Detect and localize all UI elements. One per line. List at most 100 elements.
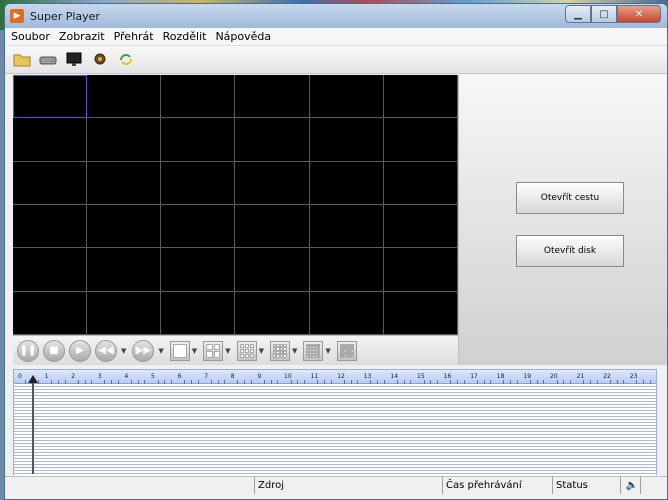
pause-icon: ❚❚ bbox=[19, 345, 37, 356]
rewind-button[interactable]: ◀◀ bbox=[95, 339, 117, 362]
timeline-hour-label: 11 bbox=[310, 373, 319, 380]
video-cell[interactable] bbox=[161, 248, 236, 292]
video-cell[interactable] bbox=[87, 118, 162, 162]
layout-16-button[interactable] bbox=[269, 340, 290, 361]
video-cell[interactable] bbox=[161, 291, 236, 335]
play-icon: ▶ bbox=[76, 345, 84, 356]
layout-36-button[interactable] bbox=[336, 340, 357, 361]
menu-bar: Soubor Zobrazit Přehrát Rozdělit Nápověd… bbox=[5, 28, 667, 46]
video-cell[interactable] bbox=[87, 161, 162, 205]
minimize-button[interactable]: ▁ bbox=[565, 5, 591, 23]
video-cell[interactable] bbox=[383, 161, 458, 205]
fast-forward-icon: ▶▶ bbox=[135, 345, 152, 356]
video-cell[interactable] bbox=[235, 248, 310, 292]
video-cell[interactable] bbox=[87, 291, 162, 335]
layout-25-dropdown-icon[interactable]: ▼ bbox=[325, 347, 330, 355]
timeline-cursor-handle-icon[interactable] bbox=[28, 375, 38, 383]
layout-4-button[interactable] bbox=[203, 340, 224, 361]
rewind-dropdown-icon[interactable]: ▼ bbox=[121, 347, 126, 355]
timeline-hour-label: 4 bbox=[124, 373, 129, 380]
speaker-icon[interactable]: 🔈 bbox=[621, 477, 641, 494]
pause-button[interactable]: ❚❚ bbox=[17, 339, 39, 362]
status-bar: Zdroj Čas přehrávání Status 🔈 bbox=[5, 476, 667, 494]
video-cell[interactable] bbox=[13, 291, 88, 335]
video-cell[interactable] bbox=[235, 118, 310, 162]
layout-4-dropdown-icon[interactable]: ▼ bbox=[225, 347, 230, 355]
video-cell[interactable] bbox=[235, 161, 310, 205]
video-cell[interactable] bbox=[13, 248, 88, 292]
timeline-rows bbox=[14, 384, 656, 476]
video-cell[interactable] bbox=[309, 204, 384, 249]
video-cell[interactable] bbox=[383, 75, 458, 119]
layout-9-dropdown-icon[interactable]: ▼ bbox=[259, 347, 264, 355]
timeline-cursor[interactable] bbox=[32, 378, 34, 474]
video-cell[interactable] bbox=[13, 161, 88, 205]
status-playtime: Čas přehrávání bbox=[443, 477, 553, 494]
layout-16-dropdown-icon[interactable]: ▼ bbox=[292, 347, 297, 355]
video-cell[interactable] bbox=[235, 291, 310, 335]
close-button[interactable]: ✕ bbox=[617, 5, 661, 23]
video-grid-area[interactable] bbox=[13, 75, 458, 335]
video-cell[interactable] bbox=[309, 291, 384, 335]
video-cell[interactable] bbox=[87, 248, 162, 292]
video-cell[interactable] bbox=[87, 204, 162, 249]
stop-button[interactable]: ■ bbox=[43, 339, 65, 362]
layout-cell-icon bbox=[172, 343, 187, 358]
video-cell[interactable] bbox=[87, 75, 162, 119]
video-cell[interactable] bbox=[309, 118, 384, 162]
folder-icon[interactable] bbox=[13, 52, 31, 68]
open-disk-button[interactable]: Otevřít disk bbox=[516, 235, 624, 267]
close-icon: ✕ bbox=[634, 8, 644, 20]
video-cell[interactable] bbox=[161, 204, 236, 249]
video-cell[interactable] bbox=[13, 118, 88, 162]
video-cell[interactable] bbox=[161, 75, 236, 119]
hard-drive-icon[interactable] bbox=[39, 52, 57, 68]
fast-forward-button[interactable]: ▶▶ bbox=[132, 339, 155, 362]
timeline-hour-label: 0 bbox=[18, 373, 22, 380]
timeline[interactable]: 0 1 2 3 4 5 6 7 8 9 10 11 12 13 14 15 16 17 18 19 20 21 22 23 bbox=[13, 369, 657, 476]
video-cell[interactable] bbox=[161, 118, 236, 162]
refresh-icon[interactable] bbox=[117, 52, 135, 68]
play-button[interactable]: ▶ bbox=[69, 339, 91, 362]
video-cell[interactable] bbox=[309, 75, 384, 119]
menu-prehrat[interactable]: Přehrát bbox=[114, 30, 154, 43]
layout-9-button[interactable] bbox=[236, 340, 257, 361]
timeline-hour-label: 2 bbox=[71, 373, 76, 380]
video-cell[interactable] bbox=[13, 75, 88, 119]
timeline-hour-label: 15 bbox=[417, 373, 425, 380]
menu-napoveda[interactable]: Nápověda bbox=[215, 30, 271, 43]
maximize-button[interactable]: □ bbox=[591, 5, 617, 23]
menu-zobrazit[interactable]: Zobrazit bbox=[59, 30, 105, 43]
timeline-hour-label: 5 bbox=[151, 373, 155, 380]
menu-rozdelit[interactable]: Rozdělit bbox=[163, 30, 207, 43]
video-cell[interactable] bbox=[383, 118, 458, 162]
timeline-hour-label: 6 bbox=[177, 373, 182, 380]
timeline-hour-label: 1 bbox=[44, 373, 49, 380]
timeline-hour-label: 9 bbox=[257, 373, 262, 380]
maximize-icon: □ bbox=[599, 8, 609, 20]
fast-forward-dropdown-icon[interactable]: ▼ bbox=[158, 347, 163, 355]
timeline-ruler[interactable]: 0 1 2 3 4 5 6 7 8 9 10 11 12 13 14 15 16 17 18 19 20 21 22 23 bbox=[14, 370, 656, 384]
timeline-hour-label: 3 bbox=[97, 373, 102, 380]
layout-25-button[interactable] bbox=[303, 340, 324, 361]
video-cell[interactable] bbox=[161, 161, 236, 205]
layout-1-dropdown-icon[interactable]: ▼ bbox=[192, 347, 197, 355]
video-cell[interactable] bbox=[309, 161, 384, 205]
open-path-button[interactable]: Otevřít cestu bbox=[516, 182, 624, 214]
monitor-icon[interactable] bbox=[65, 52, 83, 68]
video-cell[interactable] bbox=[383, 248, 458, 292]
menu-soubor[interactable]: Soubor bbox=[11, 30, 50, 43]
timeline-hour-label: 19 bbox=[523, 373, 532, 380]
video-cell[interactable] bbox=[383, 291, 458, 335]
video-cell[interactable] bbox=[235, 204, 310, 249]
resize-grip-icon[interactable] bbox=[641, 477, 667, 494]
layout-1-button[interactable] bbox=[169, 340, 190, 361]
settings-wrench-icon[interactable] bbox=[91, 52, 109, 68]
window-controls: ▁ □ ✕ bbox=[565, 5, 661, 23]
video-cell[interactable] bbox=[13, 204, 88, 249]
video-cell[interactable] bbox=[235, 75, 310, 119]
video-cell[interactable] bbox=[383, 204, 458, 249]
video-cell[interactable] bbox=[309, 248, 384, 292]
timeline-hour-label: 7 bbox=[204, 373, 209, 380]
window-title: Super Player bbox=[30, 9, 100, 23]
